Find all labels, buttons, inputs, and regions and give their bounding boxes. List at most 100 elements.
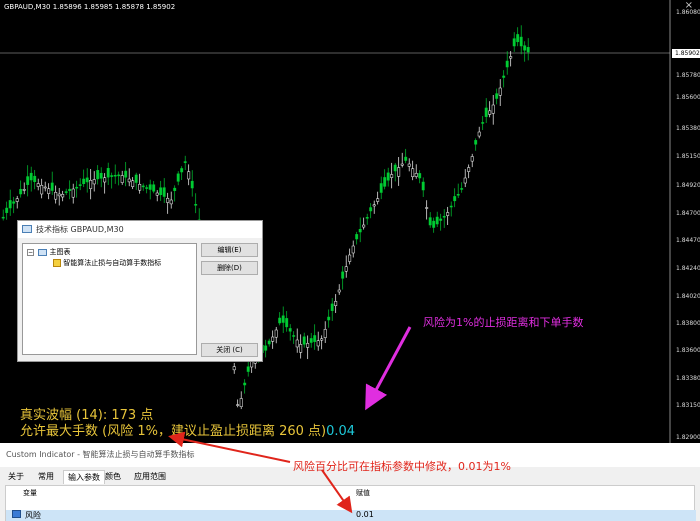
candle-body — [267, 340, 271, 345]
candle-body — [316, 340, 320, 347]
candle-body — [351, 245, 355, 254]
candle-body — [99, 172, 103, 179]
candle-body — [71, 188, 75, 198]
delete-button[interactable]: 删除(D) — [201, 261, 258, 275]
candle-body — [309, 338, 313, 343]
price-axis-label: 1.84020 — [676, 293, 700, 300]
candle-body — [141, 185, 145, 188]
candle-body — [526, 47, 530, 53]
tab-visualization[interactable]: 应用范围 — [134, 470, 166, 484]
candle-body — [120, 175, 124, 183]
candle-body — [460, 188, 464, 190]
candle-body — [239, 398, 243, 407]
annotation-risk-setting: 风险百分比可在指标参数中修改，0.01为1% — [293, 460, 511, 473]
candle-body — [169, 199, 173, 205]
candle-body — [509, 56, 513, 59]
candle-body — [152, 184, 156, 192]
candle-body — [344, 266, 348, 272]
candle-body — [358, 228, 362, 233]
candle-body — [134, 174, 138, 183]
tab-colors[interactable]: 颜色 — [105, 470, 121, 484]
candle-body — [379, 183, 383, 193]
candle-body — [467, 167, 471, 172]
candle-body — [82, 178, 86, 185]
candle-body — [162, 187, 166, 197]
candle-body — [145, 187, 149, 189]
parameter-value[interactable]: 0.01 — [356, 510, 374, 519]
dialog-titlebar[interactable]: 技术指标 GBPAUD,M30 — [18, 221, 262, 238]
candle-body — [159, 187, 163, 196]
candle-body — [365, 217, 369, 219]
candle-body — [397, 167, 401, 177]
tab-inputs[interactable]: 输入参数 — [63, 470, 105, 484]
column-value[interactable]: 赋值 — [356, 486, 370, 500]
close-button[interactable]: 关闭 (C) — [201, 343, 258, 357]
candle-body — [57, 193, 61, 197]
price-axis-label: 1.86080 — [676, 9, 700, 16]
tree-item-label: 智能算法止损与自动算手数指标 — [63, 259, 162, 267]
candle-body — [43, 186, 47, 189]
candle-body — [337, 289, 341, 293]
candle-body — [243, 382, 247, 386]
candle-body — [190, 180, 194, 189]
chart-window-icon — [38, 248, 48, 256]
candle-body — [54, 192, 58, 200]
tree-root-label: 主图表 — [49, 248, 71, 256]
annotation-stop-distance: 风险为1%的止损距离和下单手数 — [423, 316, 584, 329]
candle-body — [22, 189, 26, 191]
price-axis-label: 1.83800 — [676, 320, 700, 327]
candle-body — [519, 36, 523, 47]
candle-body — [383, 177, 387, 187]
max-lots-text: 允许最大手数 (风险 1%，建议止盈止损距离 260 点) — [20, 424, 327, 439]
candle-body — [92, 179, 96, 185]
candle-body — [131, 180, 135, 187]
candle-body — [68, 188, 72, 192]
candle-body — [187, 171, 191, 180]
candle-body — [453, 196, 457, 202]
max-lots-readout: 允许最大手数 (风险 1%，建议止盈止损距离 260 点)0.04 — [20, 420, 355, 439]
candle-body — [390, 174, 394, 178]
tree-root[interactable]: − 主图表 — [27, 247, 70, 257]
candle-body — [103, 177, 107, 183]
table-row[interactable] — [6, 510, 696, 521]
candle-body — [456, 194, 460, 196]
candle-body — [281, 315, 285, 323]
candle-body — [8, 200, 12, 209]
candle-body — [75, 186, 79, 189]
candle-body — [516, 34, 520, 43]
candle-body — [246, 366, 250, 372]
indicator-tree[interactable]: − 主图表 智能算法止损与自动算手数指标 — [22, 243, 197, 355]
candle-body — [113, 174, 117, 177]
candle-body — [341, 271, 345, 279]
candle-body — [302, 336, 306, 345]
candle-body — [127, 178, 131, 183]
candle-body — [26, 176, 30, 185]
price-axis-label: 1.83150 — [676, 402, 700, 409]
column-variable[interactable]: 变量 — [23, 486, 37, 500]
candle-body — [449, 205, 453, 208]
candle-body — [117, 174, 121, 177]
candle-body — [474, 140, 478, 145]
candle-body — [428, 217, 432, 226]
candle-body — [78, 184, 82, 186]
candle-body — [274, 329, 278, 338]
candle-body — [330, 303, 334, 311]
tab-common[interactable]: 常用 — [38, 470, 54, 484]
tree-item-indicator[interactable]: 智能算法止损与自动算手数指标 — [53, 258, 161, 268]
tab-about[interactable]: 关于 — [8, 470, 24, 484]
candle-body — [355, 234, 359, 240]
candle-body — [40, 185, 44, 195]
candle-body — [61, 194, 65, 198]
price-axis-label: 1.85380 — [676, 125, 700, 132]
candle-body — [138, 184, 142, 191]
candle-body — [306, 343, 310, 348]
candle-body — [50, 182, 54, 191]
parameter-icon — [12, 510, 21, 520]
candle-body — [1, 216, 5, 219]
price-axis-label: 1.84700 — [676, 210, 700, 217]
candle-body — [362, 224, 366, 228]
edit-button[interactable]: 编辑(E) — [201, 243, 258, 257]
collapse-icon[interactable]: − — [27, 248, 34, 256]
candle-body — [180, 168, 184, 173]
candle-body — [295, 339, 299, 348]
